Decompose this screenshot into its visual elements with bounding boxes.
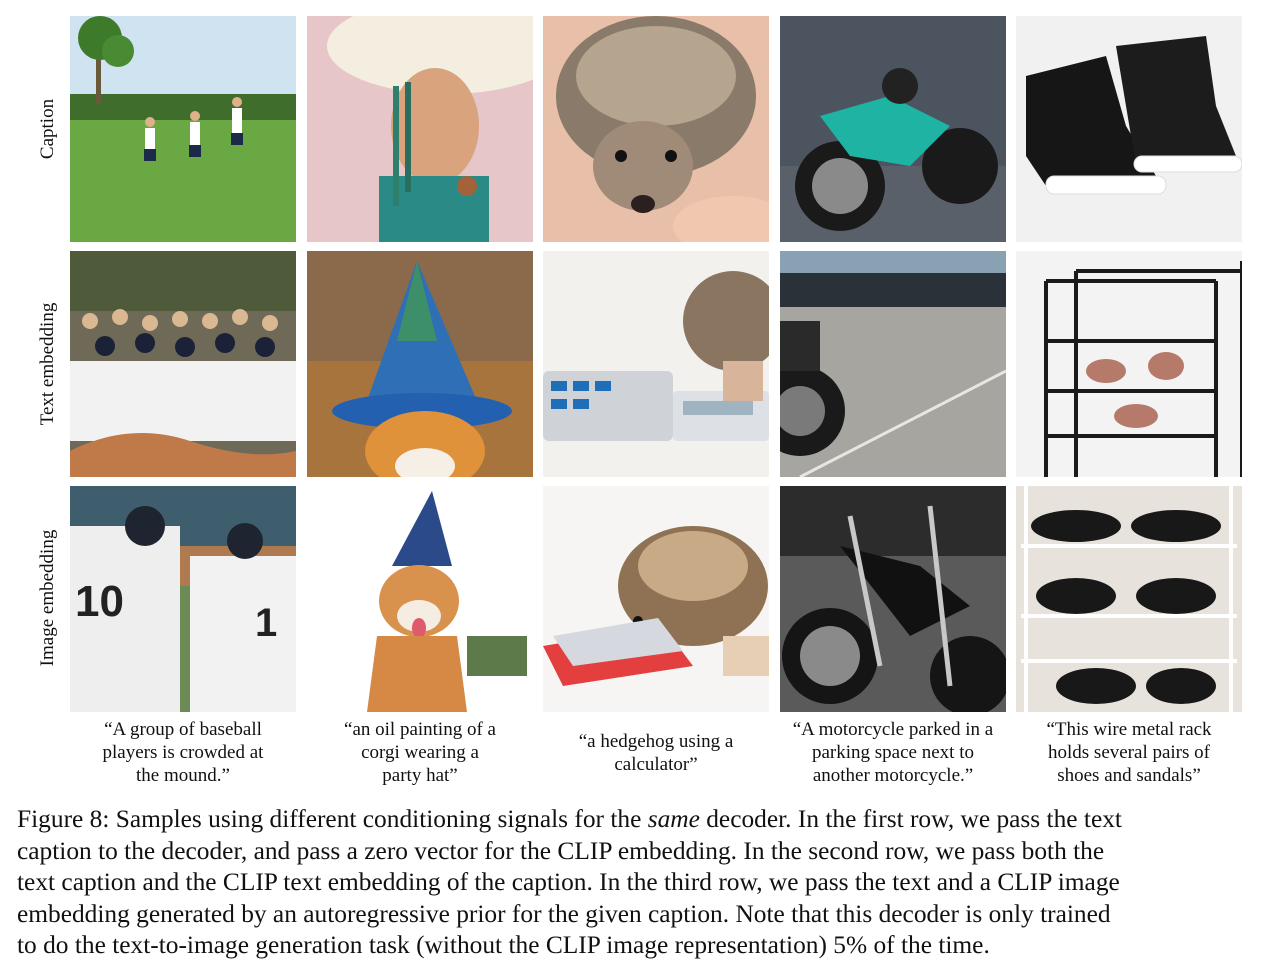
woman-in-hat-image bbox=[307, 16, 533, 242]
caption-hedgehog: “a hedgehog using a calculator” bbox=[536, 730, 776, 776]
sample-hedgehog-text-embedding-row bbox=[543, 251, 769, 477]
caption-line: “A motorcycle parked in a bbox=[792, 719, 994, 740]
hedgehog-on-calculator-image bbox=[543, 486, 769, 712]
figure-caption-line-3: text caption and the CLIP text embedding… bbox=[17, 868, 1120, 896]
motorcycle-render-image bbox=[780, 16, 1006, 242]
two-motorcycles-image bbox=[780, 486, 1006, 712]
caption-line: another motorcycle.” bbox=[812, 765, 974, 786]
caption-line: “an oil painting of a bbox=[344, 719, 496, 740]
caption-line: “A group of baseball bbox=[104, 719, 262, 740]
caption-line: players is crowded at bbox=[102, 742, 264, 763]
parked-motorcycle-image bbox=[780, 251, 1006, 477]
sample-corgi-caption-row bbox=[307, 16, 533, 242]
sample-motorcycle-caption-row bbox=[780, 16, 1006, 242]
caption-line: parking space next to bbox=[812, 742, 974, 763]
sample-shoes-text-embedding-row bbox=[1016, 251, 1242, 477]
black-boots-image bbox=[1016, 16, 1242, 242]
hedgehog-in-hand-image bbox=[543, 16, 769, 242]
sample-baseball-image-embedding-row: 10 1 bbox=[70, 486, 296, 712]
caption-motorcycle: “A motorcycle parked in a parking space … bbox=[773, 718, 1013, 787]
baseball-field-image bbox=[70, 16, 296, 242]
wire-shoe-rack-image bbox=[1016, 251, 1242, 477]
sample-shoes-image-embedding-row bbox=[1016, 486, 1242, 712]
hedgehog-calculator-image bbox=[543, 251, 769, 477]
sample-corgi-text-embedding-row bbox=[307, 251, 533, 477]
figure-caption-line-5: to do the text-to-image generation task … bbox=[17, 931, 990, 959]
sample-shoes-caption-row bbox=[1016, 16, 1242, 242]
sample-hedgehog-image-embedding-row bbox=[543, 486, 769, 712]
sample-baseball-text-embedding-row bbox=[70, 251, 296, 477]
emphasis-same: same bbox=[647, 805, 700, 833]
baseball-players-backs-image: 10 1 bbox=[70, 486, 296, 712]
figure-caption-line-2: caption to the decoder, and pass a zero … bbox=[17, 836, 1105, 865]
caption-line: “a hedgehog using a bbox=[578, 731, 734, 752]
caption-line: holds several pairs of bbox=[1048, 742, 1210, 763]
figure-caption: Figure 8: Samples using different condit… bbox=[17, 804, 1269, 962]
sample-baseball-caption-row bbox=[70, 16, 296, 242]
caption-corgi: “an oil painting of a corgi wearing a pa… bbox=[300, 718, 540, 787]
caption-line: shoes and sandals” bbox=[1057, 765, 1201, 786]
corgi-oil-painting-image bbox=[307, 251, 533, 477]
caption-baseball: “A group of baseball players is crowded … bbox=[63, 718, 303, 787]
corgi-party-hat-image bbox=[307, 486, 533, 712]
caption-line: party hat” bbox=[382, 765, 458, 786]
caption-line: calculator” bbox=[614, 754, 698, 775]
sample-corgi-image-embedding-row bbox=[307, 486, 533, 712]
sample-motorcycle-image-embedding-row bbox=[780, 486, 1006, 712]
caption-line: corgi wearing a bbox=[361, 742, 479, 763]
figure-caption-line-1: Figure 8: Samples using different condit… bbox=[17, 805, 1122, 833]
svg-text:1: 1 bbox=[255, 601, 277, 645]
caption-line: “This wire metal rack bbox=[1046, 719, 1212, 740]
caption-line: the mound.” bbox=[136, 765, 230, 786]
sample-hedgehog-caption-row bbox=[543, 16, 769, 242]
svg-text:10: 10 bbox=[75, 577, 124, 626]
shoes-on-rack-image bbox=[1016, 486, 1242, 712]
baseball-crowd-image bbox=[70, 251, 296, 477]
caption-shoes: “This wire metal rack holds several pair… bbox=[1009, 718, 1249, 787]
sample-motorcycle-text-embedding-row bbox=[780, 251, 1006, 477]
figure-caption-line-4: embedding generated by an autoregressive… bbox=[17, 899, 1111, 928]
